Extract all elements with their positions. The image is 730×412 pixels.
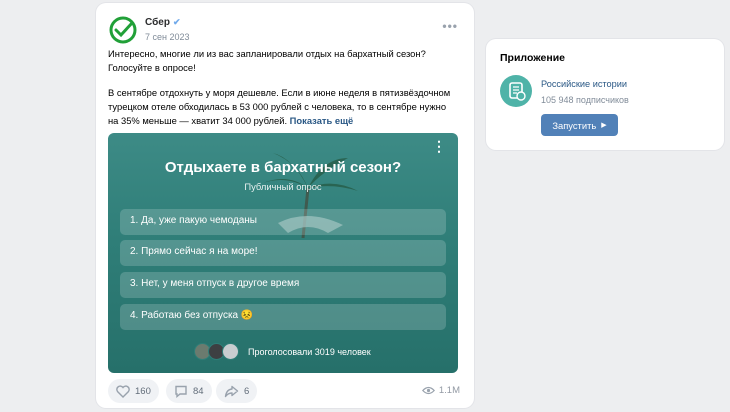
comment-count: 84 bbox=[193, 385, 204, 397]
poll-voters: Проголосовали 3019 человек bbox=[108, 343, 458, 361]
app-logo-icon[interactable] bbox=[500, 75, 532, 107]
comment-icon bbox=[175, 385, 187, 398]
launch-button[interactable]: Запустить ▶ bbox=[541, 114, 618, 136]
poll-option[interactable]: 1. Да, уже пакую чемоданы bbox=[120, 209, 446, 235]
play-icon: ▶ bbox=[601, 122, 607, 129]
launch-button-label: Запустить bbox=[552, 119, 597, 131]
like-count: 160 bbox=[135, 385, 151, 397]
comment-button[interactable]: 84 bbox=[166, 379, 212, 403]
post-text: Интересно, многие ли из вас запланировал… bbox=[108, 47, 458, 139]
poll-menu-icon[interactable]: ⋮ bbox=[432, 139, 446, 153]
post-actions: 160 84 6 1.1M bbox=[108, 379, 462, 403]
post-header: Сбер ✔ 7 сен 2023 ••• bbox=[108, 15, 462, 45]
voter-avatars[interactable] bbox=[194, 343, 242, 361]
post-paragraph-1: Интересно, многие ли из вас запланировал… bbox=[108, 48, 426, 73]
poll: ⋮ Отдыхаете в бархатный сезон? Публичный… bbox=[108, 133, 458, 373]
heart-icon bbox=[116, 384, 130, 398]
more-icon[interactable]: ••• bbox=[442, 19, 458, 33]
post-paragraph-2: В сентябре отдохнуть у моря дешевле. Есл… bbox=[108, 86, 458, 128]
share-icon bbox=[224, 385, 239, 397]
app-widget: Приложение Российские истории 105 948 по… bbox=[486, 39, 724, 150]
poll-title: Отдыхаете в бархатный сезон? bbox=[164, 159, 402, 176]
share-button[interactable]: 6 bbox=[216, 379, 258, 403]
like-button[interactable]: 160 bbox=[108, 379, 159, 403]
poll-subtitle: Публичный опрос bbox=[244, 181, 322, 192]
poll-option[interactable]: 4. Работаю без отпуска 😣 bbox=[120, 304, 446, 330]
sber-logo-icon[interactable] bbox=[108, 15, 138, 45]
post-paragraph-2-text: В сентябре отдохнуть у моря дешевле. Есл… bbox=[108, 87, 451, 126]
author-name-text[interactable]: Сбер bbox=[145, 17, 170, 28]
views-counter: 1.1M bbox=[421, 385, 460, 396]
author-name[interactable]: Сбер ✔ bbox=[145, 17, 180, 28]
verified-icon: ✔ bbox=[172, 17, 181, 27]
show-more-link[interactable]: Показать ещё bbox=[290, 115, 354, 126]
avatar bbox=[222, 343, 239, 360]
views-count: 1.1M bbox=[438, 385, 460, 396]
app-name-link[interactable]: Российские истории bbox=[541, 79, 627, 89]
poll-voters-count[interactable]: Проголосовали 3019 человек bbox=[248, 347, 371, 357]
post-date[interactable]: 7 сен 2023 bbox=[145, 32, 190, 42]
post-card: Сбер ✔ 7 сен 2023 ••• Интересно, многие л… bbox=[96, 3, 474, 408]
eye-icon bbox=[421, 386, 435, 395]
app-widget-heading: Приложение bbox=[500, 52, 566, 64]
app-subscribers: 105 948 подписчиков bbox=[541, 95, 629, 105]
share-count: 6 bbox=[244, 385, 250, 397]
poll-option[interactable]: 2. Прямо сейчас я на море! bbox=[120, 240, 446, 266]
poll-option[interactable]: 3. Нет, у меня отпуск в другое время bbox=[120, 272, 446, 298]
